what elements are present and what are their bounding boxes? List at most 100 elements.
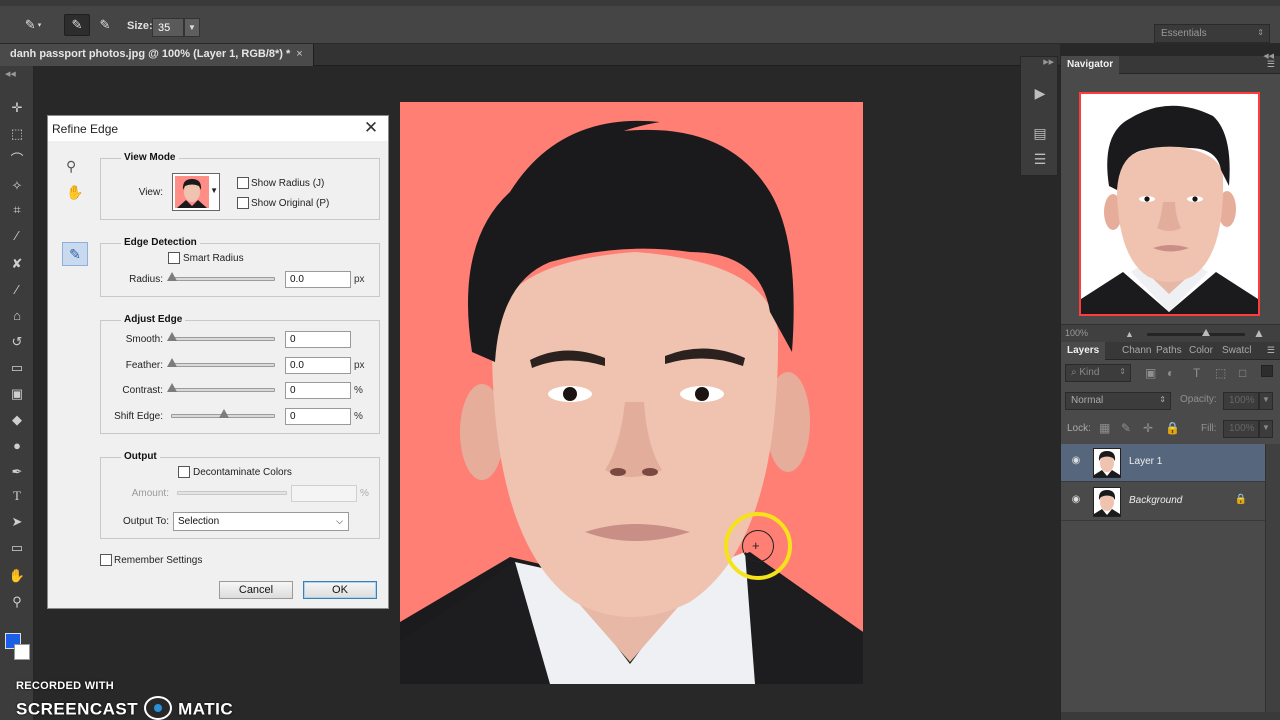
radius-input[interactable]: 0.0: [285, 271, 351, 288]
history-brush-icon[interactable]: ↺: [6, 332, 28, 352]
feather-input[interactable]: 0.0: [285, 357, 351, 374]
clone-stamp-icon[interactable]: ⌂: [6, 306, 28, 326]
hand-icon[interactable]: ✋: [66, 184, 83, 201]
smooth-input[interactable]: 0: [285, 331, 351, 348]
decontaminate-colors-checkbox[interactable]: [178, 466, 190, 478]
remember-settings-checkbox[interactable]: [100, 554, 112, 566]
move-icon[interactable]: ✛: [6, 98, 28, 118]
layer-name[interactable]: Background: [1129, 495, 1182, 506]
visibility-eye-icon[interactable]: ◉: [1069, 494, 1083, 508]
lock-pixels-icon[interactable]: ✎: [1121, 421, 1131, 435]
cancel-button[interactable]: Cancel: [219, 581, 293, 599]
filter-toggle-icon[interactable]: [1261, 365, 1273, 377]
type-icon[interactable]: T: [6, 486, 28, 506]
document-tab[interactable]: danh passport photos.jpg @ 100% (Layer 1…: [0, 44, 314, 66]
panel-menu-icon[interactable]: ☰: [1267, 59, 1275, 70]
tab-color[interactable]: Color: [1183, 342, 1219, 360]
lock-transparent-icon[interactable]: ▦: [1099, 421, 1110, 435]
path-select-icon[interactable]: ➤: [6, 512, 28, 532]
filter-adjustment-icon[interactable]: ◐: [1167, 366, 1174, 380]
feather-slider-thumb[interactable]: [167, 358, 177, 367]
dodge-icon[interactable]: ●: [6, 436, 28, 456]
layer-filter-kind[interactable]: ⌕ Kind ⇕: [1065, 364, 1131, 382]
filter-shape-icon[interactable]: ⬚: [1215, 366, 1226, 380]
close-icon[interactable]: ✕: [360, 118, 382, 138]
workspace-select[interactable]: Essentials ⇕: [1154, 24, 1270, 43]
shift-edge-input[interactable]: 0: [285, 408, 351, 425]
contrast-slider-thumb[interactable]: [167, 383, 177, 392]
contrast-slider[interactable]: [167, 383, 275, 392]
lock-position-icon[interactable]: ✛: [1143, 421, 1153, 435]
radius-slider-thumb[interactable]: [167, 272, 177, 281]
shift-edge-slider[interactable]: [171, 409, 275, 418]
eyedropper-icon[interactable]: ∕: [6, 226, 28, 246]
play-icon[interactable]: ▶: [1029, 83, 1051, 103]
feather-slider[interactable]: [167, 358, 275, 367]
crop-icon[interactable]: ⌗: [6, 200, 28, 220]
properties-icon[interactable]: ▤: [1029, 123, 1051, 143]
layers-scrollbar[interactable]: [1265, 444, 1280, 720]
zoom-out-icon[interactable]: ▲: [1125, 329, 1134, 339]
layer-row-background[interactable]: ◉ Background 🔒: [1061, 483, 1265, 521]
zoom-in-icon[interactable]: ▲: [1253, 326, 1265, 340]
tab-swatches[interactable]: Swatcl: [1216, 342, 1257, 360]
marquee-icon[interactable]: ⬚: [6, 124, 28, 144]
shift-edge-slider-thumb[interactable]: [219, 409, 229, 418]
filter-smart-object-icon[interactable]: □: [1239, 366, 1246, 380]
hand-icon[interactable]: ✋: [6, 566, 28, 586]
layer-row-layer-1[interactable]: ◉ Layer 1: [1061, 444, 1265, 482]
filter-pixel-icon[interactable]: ▣: [1145, 366, 1156, 380]
navigator-zoom-slider[interactable]: [1147, 329, 1245, 336]
eraser-icon[interactable]: ▭: [6, 358, 28, 378]
layer-name[interactable]: Layer 1: [1129, 456, 1162, 467]
shape-icon[interactable]: ▭: [6, 538, 28, 558]
smooth-slider[interactable]: [167, 332, 275, 341]
healing-brush-icon[interactable]: ✘: [6, 254, 28, 274]
blend-mode-select[interactable]: Normal ⇕: [1065, 392, 1171, 410]
zoom-icon[interactable]: ⚲: [66, 158, 76, 175]
background-color-swatch[interactable]: [14, 644, 30, 660]
show-original-checkbox[interactable]: [237, 197, 249, 209]
quick-select-icon[interactable]: ✧: [6, 176, 28, 196]
tab-layers[interactable]: Layers: [1061, 342, 1106, 360]
size-dropdown-icon[interactable]: ▼: [184, 18, 200, 37]
close-icon[interactable]: ×: [296, 48, 302, 60]
refine-radius-tool-icon[interactable]: ✎: [64, 14, 90, 36]
lock-all-icon[interactable]: 🔒: [1165, 421, 1180, 435]
chevron-down-icon[interactable]: ▼: [1259, 392, 1273, 410]
collapse-icon[interactable]: ◀◀: [5, 70, 16, 78]
navigator-preview[interactable]: [1079, 92, 1260, 316]
pen-icon[interactable]: ✒: [6, 462, 28, 482]
show-radius-checkbox[interactable]: [237, 177, 249, 189]
fill-input[interactable]: 100%: [1223, 420, 1259, 438]
dialog-title-bar[interactable]: Refine Edge ✕: [48, 116, 388, 141]
collapse-icon[interactable]: ◀◀: [1263, 52, 1274, 60]
contrast-input[interactable]: 0: [285, 382, 351, 399]
tab-paths[interactable]: Paths: [1150, 342, 1188, 360]
blur-icon[interactable]: ◆: [6, 410, 28, 430]
navigator-zoom-thumb[interactable]: [1201, 329, 1210, 336]
smooth-slider-thumb[interactable]: [167, 332, 177, 341]
opacity-input[interactable]: 100%: [1223, 392, 1259, 410]
erase-refinements-tool-icon[interactable]: ✎: [92, 14, 118, 36]
visibility-eye-icon[interactable]: ◉: [1069, 455, 1083, 469]
view-mode-select[interactable]: ▼: [172, 173, 220, 211]
collapse-icon[interactable]: ▶▶: [1043, 58, 1054, 66]
document-image[interactable]: [400, 102, 863, 684]
tab-navigator[interactable]: Navigator: [1061, 56, 1120, 74]
chevron-down-icon[interactable]: ▼: [1259, 420, 1273, 438]
panel-menu-icon[interactable]: ☰: [1267, 345, 1275, 356]
filter-type-icon[interactable]: T: [1193, 366, 1200, 380]
brush-preset-icon[interactable]: ✎ ▾: [20, 14, 46, 36]
notes-icon[interactable]: ☰: [1029, 149, 1051, 169]
radius-slider[interactable]: [167, 272, 275, 281]
smart-radius-checkbox[interactable]: [168, 252, 180, 264]
brush-icon[interactable]: ∕: [6, 280, 28, 300]
size-input[interactable]: 35: [152, 18, 184, 37]
zoom-icon[interactable]: ⚲: [6, 592, 28, 612]
refine-radius-tool-icon[interactable]: ✎: [62, 242, 88, 266]
gradient-icon[interactable]: ▣: [6, 384, 28, 404]
navigator-zoom-value[interactable]: 100%: [1065, 328, 1088, 338]
lasso-icon[interactable]: ⌒: [6, 150, 28, 170]
ok-button[interactable]: OK: [303, 581, 377, 599]
